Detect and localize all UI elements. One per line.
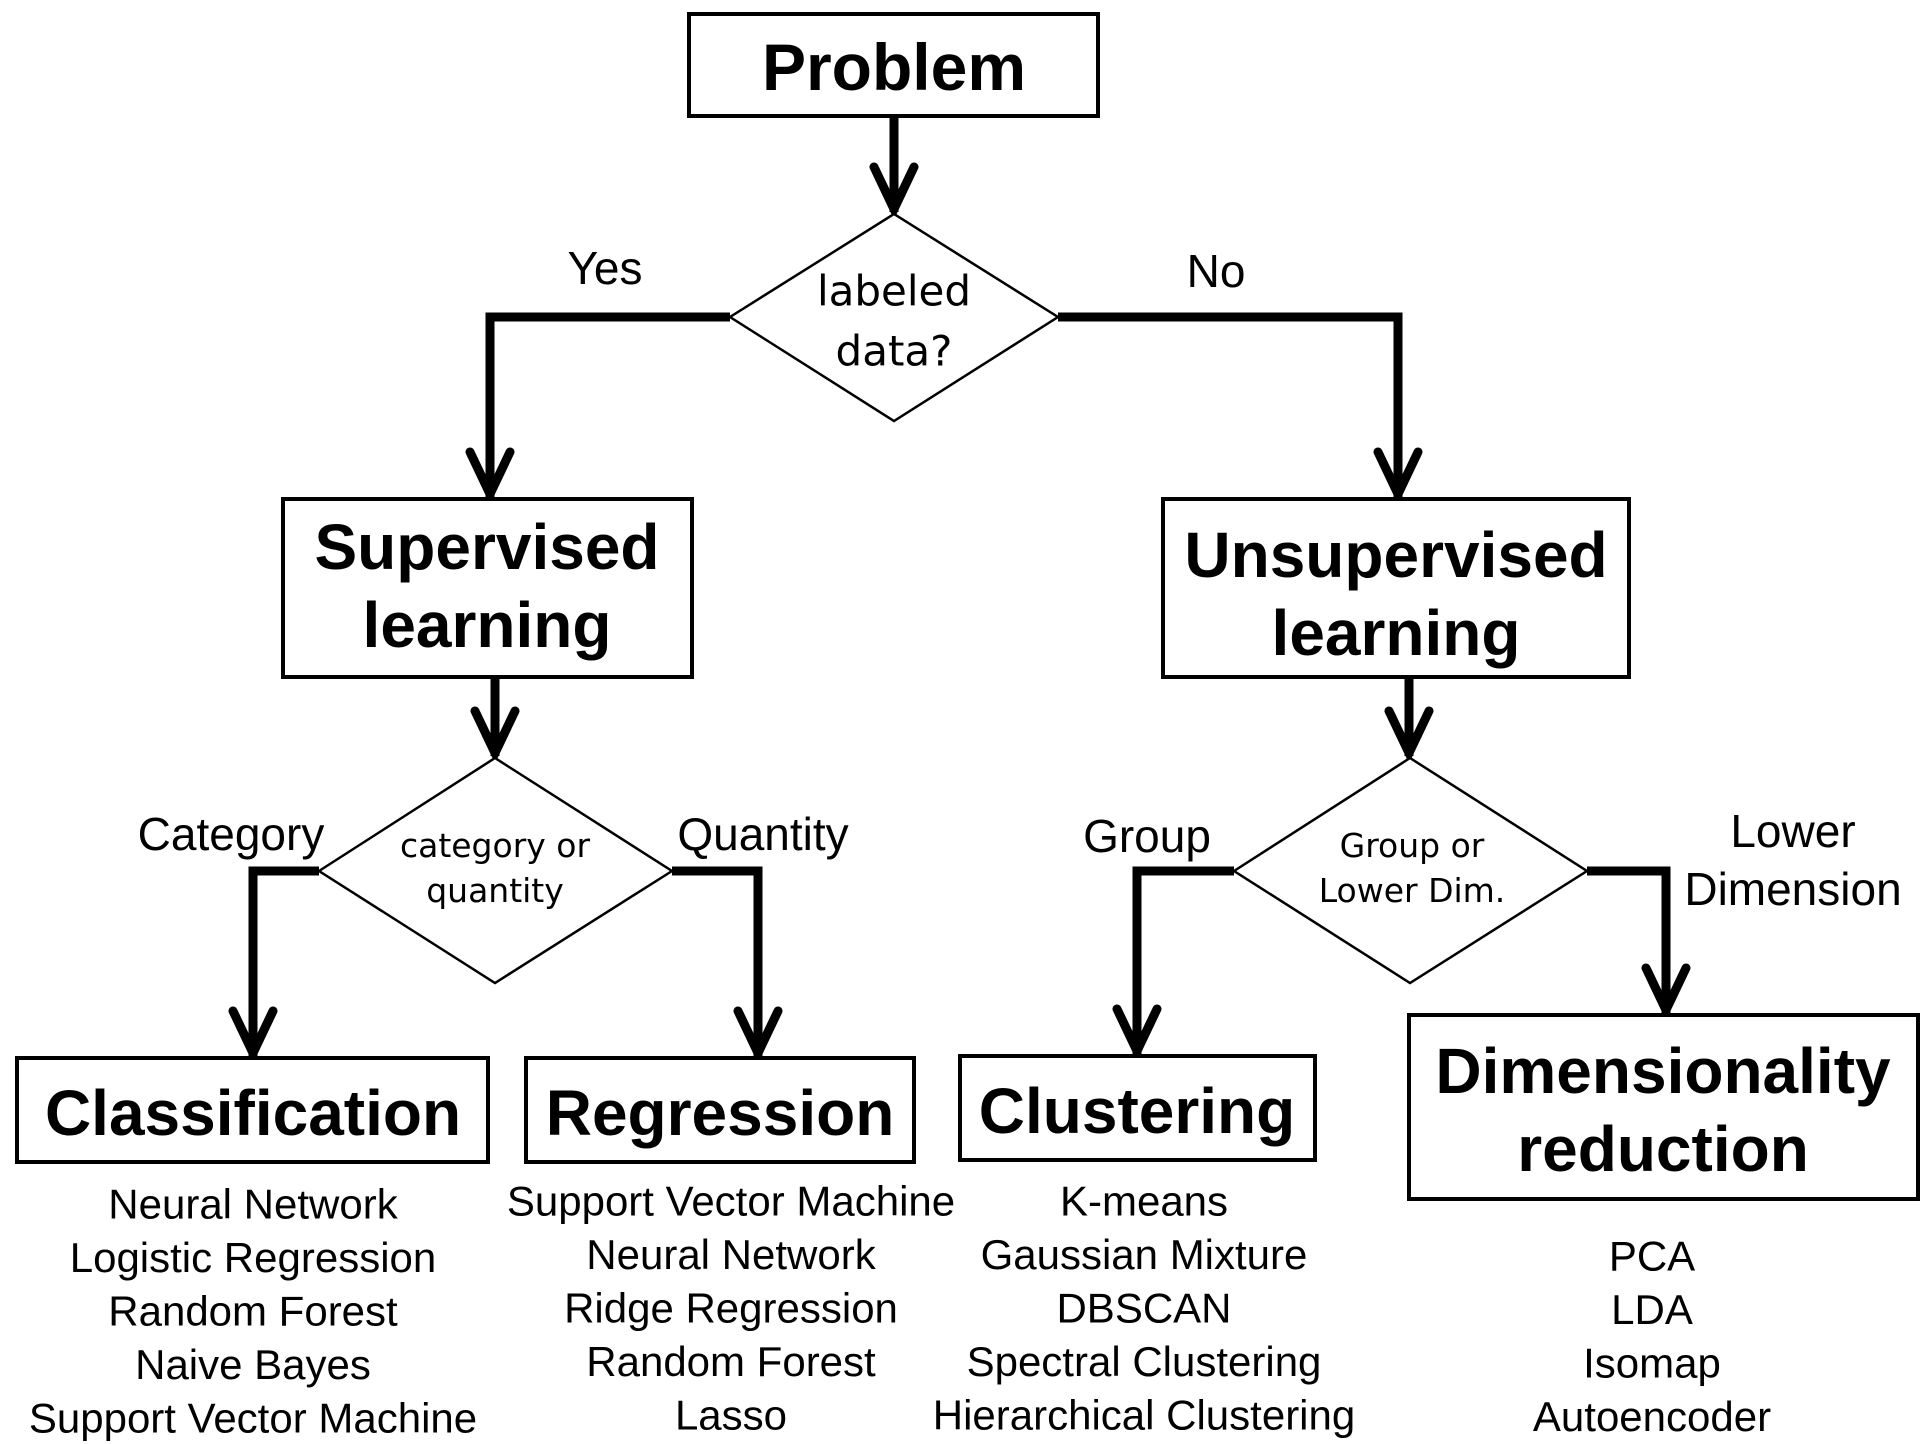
unsupervised-learning-title: Unsupervised bbox=[1184, 519, 1607, 591]
node-group bbox=[15, 12, 1920, 1201]
flowchart-canvas: ProblemSupervisedlearningUnsupervisedlea… bbox=[15, 12, 1920, 1442]
clustering-title: Clustering bbox=[979, 1075, 1295, 1147]
classification-algorithm: Neural Network bbox=[108, 1181, 398, 1228]
edge-yes bbox=[485, 312, 730, 497]
classification-algorithm: Support Vector Machine bbox=[29, 1395, 477, 1442]
regression-algorithm: Random Forest bbox=[586, 1338, 876, 1385]
category-or-quantity-question: category or bbox=[400, 826, 591, 865]
lower-dimension-label: Lower bbox=[1730, 805, 1855, 857]
quantity-label: Quantity bbox=[677, 808, 848, 860]
labeled-data-question: labeled bbox=[817, 267, 971, 316]
supervised-learning-title: learning bbox=[363, 589, 612, 661]
group-or-lower-dim-question: Lower Dim. bbox=[1319, 871, 1506, 910]
classification-algorithm: Naive Bayes bbox=[135, 1341, 371, 1388]
group-label: Group bbox=[1083, 810, 1211, 862]
no-label: No bbox=[1187, 245, 1246, 297]
dimensionality-reduction-algorithm: Isomap bbox=[1583, 1340, 1721, 1387]
dimensionality-reduction-title: reduction bbox=[1517, 1113, 1809, 1185]
category-label: Category bbox=[138, 808, 325, 860]
regression-algorithm: Ridge Regression bbox=[564, 1285, 898, 1332]
regression-algorithm: Lasso bbox=[675, 1392, 787, 1439]
yes-label: Yes bbox=[567, 242, 642, 294]
clustering-algorithm: Gaussian Mixture bbox=[981, 1231, 1308, 1278]
clustering-algorithm: K-means bbox=[1060, 1178, 1228, 1225]
group-or-lower-dim-question: Group or bbox=[1340, 826, 1485, 865]
dimensionality-reduction-algorithm: Autoencoder bbox=[1533, 1393, 1771, 1440]
labeled-data-question: data? bbox=[836, 327, 953, 376]
classification-algorithm: Random Forest bbox=[108, 1288, 398, 1335]
classification-algorithm: Logistic Regression bbox=[70, 1234, 437, 1281]
clustering-algorithm: Spectral Clustering bbox=[967, 1338, 1322, 1385]
edge-no bbox=[1058, 312, 1403, 497]
unsupervised-learning-title: learning bbox=[1272, 597, 1521, 669]
clustering-algorithm: Hierarchical Clustering bbox=[933, 1392, 1355, 1439]
regression-title: Regression bbox=[546, 1077, 895, 1149]
supervised-learning-title: Supervised bbox=[314, 511, 659, 583]
problem-title: Problem bbox=[762, 30, 1026, 104]
regression-algorithm: Support Vector Machine bbox=[507, 1178, 955, 1225]
category-or-quantity-question: quantity bbox=[426, 871, 564, 910]
clustering-algorithm: DBSCAN bbox=[1056, 1285, 1231, 1332]
dimensionality-reduction-algorithm: PCA bbox=[1609, 1233, 1695, 1280]
labeled-data-decision[interactable] bbox=[727, 212, 1061, 423]
dimensionality-reduction-algorithm: LDA bbox=[1611, 1286, 1693, 1333]
classification-title: Classification bbox=[45, 1077, 461, 1149]
dimensionality-reduction-title: Dimensionality bbox=[1435, 1035, 1891, 1107]
regression-algorithm: Neural Network bbox=[586, 1231, 876, 1278]
lower-dimension-label: Dimension bbox=[1684, 863, 1901, 915]
text-group: ProblemSupervisedlearningUnsupervisedlea… bbox=[29, 30, 1902, 1442]
